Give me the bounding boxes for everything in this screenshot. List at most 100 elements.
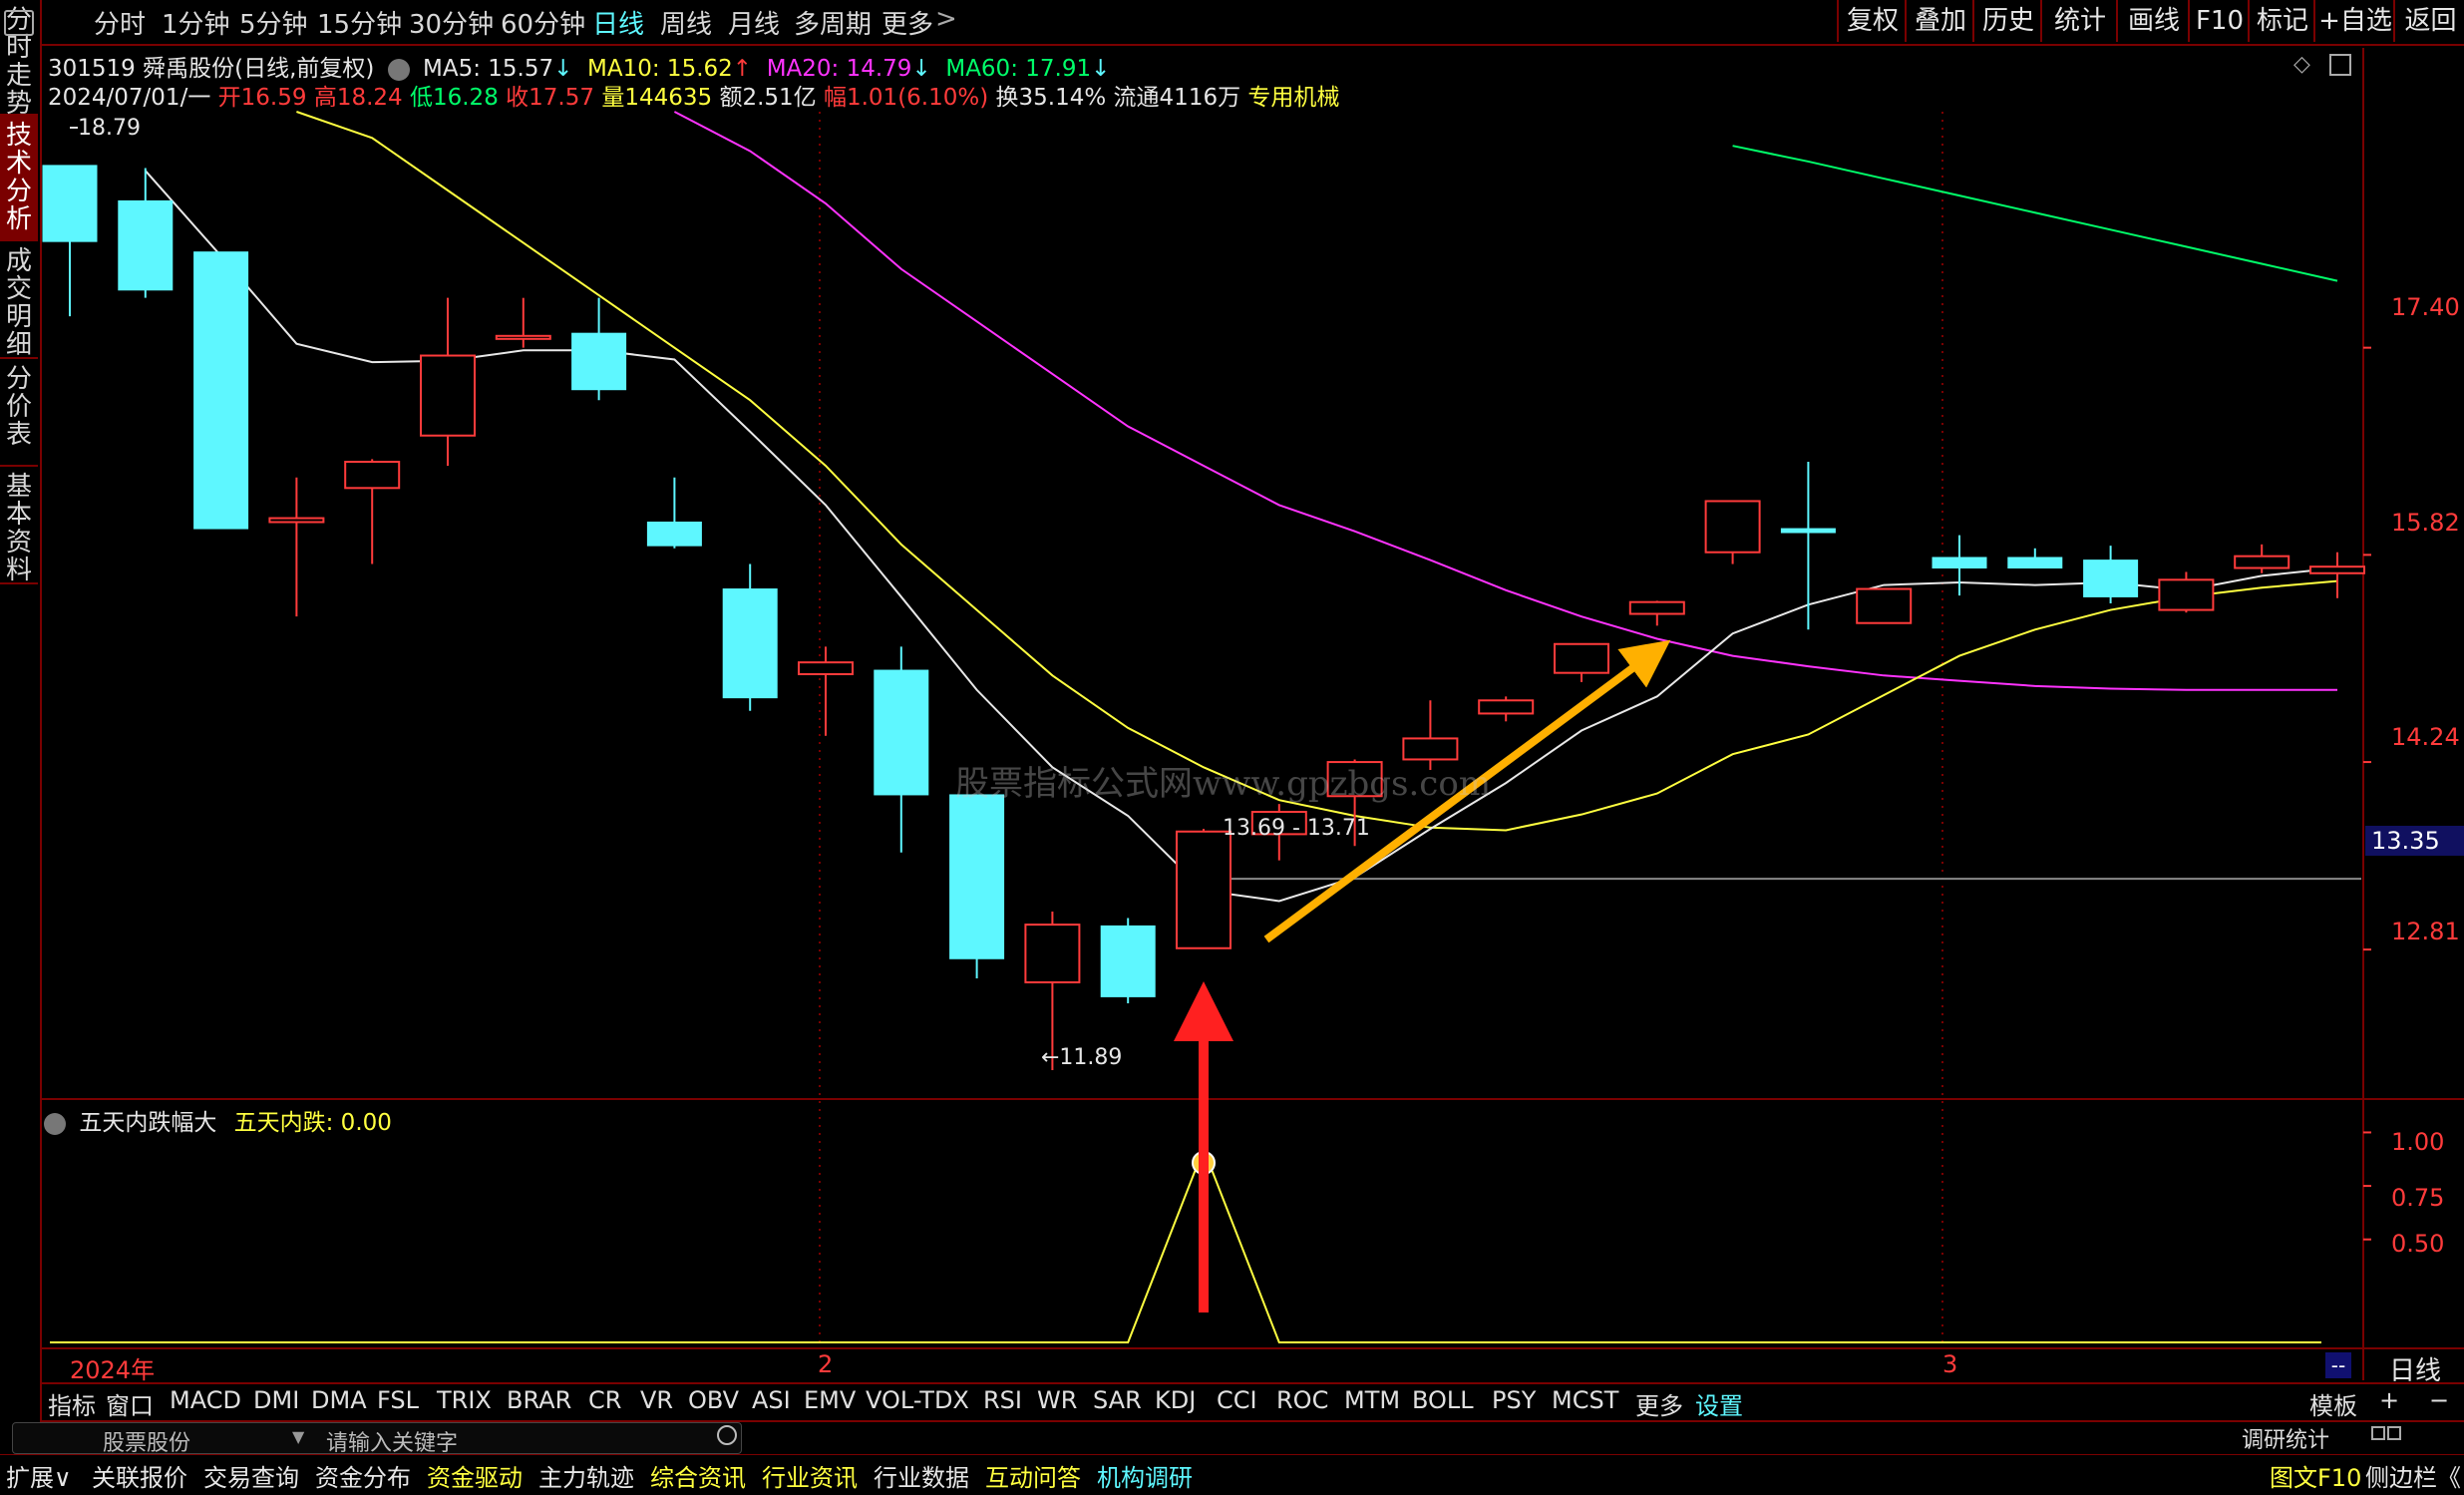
indicator-value: 五天内跌: 0.00 <box>233 1110 392 1136</box>
candlestick <box>495 297 551 348</box>
candlestick <box>1628 600 1685 626</box>
search-icon[interactable] <box>717 1425 737 1445</box>
zoom-out-button[interactable]: − <box>2429 1386 2449 1414</box>
tab-cci[interactable]: CCI <box>1217 1386 1257 1414</box>
indicator-axis-label: 0.75 <box>2391 1184 2445 1212</box>
candle-body-down <box>1780 528 1836 534</box>
tab-macd[interactable]: MACD <box>170 1386 241 1414</box>
low-marker: ←11.89 <box>1041 1045 1123 1070</box>
tab-sar[interactable]: SAR <box>1093 1386 1142 1414</box>
candlestick <box>2007 548 2063 569</box>
layout-icon[interactable] <box>2371 1426 2385 1440</box>
tab-mcst[interactable]: MCST <box>1552 1386 1618 1414</box>
tab-asi[interactable]: ASI <box>752 1386 791 1414</box>
candlestick <box>874 646 929 853</box>
candle-body-down <box>949 794 1005 959</box>
indicator-toggle-icon[interactable] <box>44 1112 66 1135</box>
candle-body-up <box>495 334 551 340</box>
candlestick <box>722 563 778 711</box>
candle-body-up <box>1176 830 1232 949</box>
candle-body-down <box>193 251 249 530</box>
indicator-axis-label: 1.00 <box>2391 1128 2445 1156</box>
price-axis-label: 15.82 <box>2391 509 2460 537</box>
candle-body-down <box>42 165 98 242</box>
time-axis-month: 3 <box>1942 1350 1958 1378</box>
candlestick <box>1856 587 1913 624</box>
search-stock-label: 股票股份 <box>103 1431 191 1456</box>
tab-emv[interactable]: EMV <box>804 1386 856 1414</box>
tab-more-indicators[interactable]: 更多 <box>1635 1386 1683 1421</box>
candlestick <box>798 646 854 736</box>
price-axis-label: 12.81 <box>2391 918 2460 945</box>
tab-boll[interactable]: BOLL <box>1412 1386 1474 1414</box>
candlestick <box>1554 642 1609 682</box>
tab-rsi[interactable]: RSI <box>983 1386 1022 1414</box>
search-box[interactable]: 股票股份 ▼ 请输入关键字 <box>12 1422 742 1457</box>
candlestick <box>1478 696 1535 722</box>
axis-scroll-marker[interactable]: -- <box>2325 1352 2351 1378</box>
tab-kdj[interactable]: KDJ <box>1155 1386 1196 1414</box>
indicator-header: 五天内跌幅大 五天内跌: 0.00 <box>44 1103 392 1137</box>
tab-mtm[interactable]: MTM <box>1344 1386 1400 1414</box>
kline-chart[interactable] <box>0 0 2464 1495</box>
tab-psy[interactable]: PSY <box>1492 1386 1536 1414</box>
layout-icon[interactable] <box>2387 1426 2401 1440</box>
candlestick <box>193 251 249 530</box>
tab-cr[interactable]: CR <box>588 1386 621 1414</box>
candlestick <box>118 168 174 298</box>
candlestick <box>2309 552 2365 598</box>
price-axis-label: 14.24 <box>2391 723 2460 751</box>
dropdown-arrow-icon[interactable]: ▼ <box>292 1427 304 1446</box>
indicator-name: 五天内跌幅大 <box>79 1110 217 1136</box>
template-button[interactable]: 模板 <box>2309 1386 2357 1421</box>
tab-fsl[interactable]: FSL <box>377 1386 419 1414</box>
candlestick <box>571 297 627 401</box>
tab-trix[interactable]: TRIX <box>437 1386 492 1414</box>
zoom-in-button[interactable]: + <box>2379 1386 2399 1414</box>
candlestick <box>1704 500 1761 564</box>
tab-dma[interactable]: DMA <box>311 1386 367 1414</box>
tab-vol-tdx[interactable]: VOL-TDX <box>866 1386 969 1414</box>
candle-body-down <box>2007 557 2063 569</box>
candle-body-down <box>1100 925 1156 997</box>
candlestick <box>646 477 702 549</box>
candlestick <box>420 297 476 466</box>
candlestick <box>1100 918 1156 1003</box>
ma10-line <box>296 111 2338 832</box>
tab-wr[interactable]: WR <box>1037 1386 1077 1414</box>
candle-body-down <box>646 521 702 547</box>
candle-body-up <box>344 461 401 490</box>
candle-body-up <box>2234 555 2290 569</box>
indicator-tabs-bar: 指标 窗口 MACD DMI DMA FSL TRIX BRAR CR VR O… <box>40 1382 2464 1422</box>
candlestick <box>2234 544 2290 573</box>
time-axis-month: 2 <box>818 1350 834 1378</box>
price-axis-label: 17.40 <box>2391 293 2460 321</box>
candle-body-up <box>1628 600 1685 615</box>
candle-body-up <box>798 661 854 675</box>
candle-body-up <box>1856 587 1913 624</box>
candle-body-down <box>722 588 778 699</box>
candle-body-up <box>1478 699 1535 715</box>
tab-brar[interactable]: BRAR <box>507 1386 571 1414</box>
tab-settings[interactable]: 设置 <box>1695 1386 1743 1421</box>
tab-window[interactable]: 窗口 <box>106 1386 154 1421</box>
tab-obv[interactable]: OBV <box>688 1386 739 1414</box>
candlestick <box>2158 571 2215 613</box>
candlestick <box>1932 535 1987 596</box>
candle-body-up <box>268 517 325 524</box>
ma20-line <box>673 111 2337 691</box>
candle-body-down <box>2083 560 2139 597</box>
tab-vr[interactable]: VR <box>640 1386 673 1414</box>
candlestick <box>344 459 401 564</box>
tab-indicator[interactable]: 指标 <box>48 1386 96 1421</box>
candle-body-up <box>1704 500 1761 554</box>
search-input[interactable]: 请输入关键字 <box>326 1425 458 1457</box>
range-label: 13.69 - 13.71 <box>1223 816 1370 841</box>
search-row: 股票股份 ▼ 请输入关键字 调研统计 <box>0 1420 2464 1457</box>
ma60-line <box>1732 145 2338 282</box>
candle-body-down <box>874 669 929 796</box>
candle-body-down <box>1932 557 1987 569</box>
tab-dmi[interactable]: DMI <box>253 1386 299 1414</box>
tab-roc[interactable]: ROC <box>1276 1386 1328 1414</box>
survey-stats-label: 调研统计 <box>2242 1428 2330 1453</box>
